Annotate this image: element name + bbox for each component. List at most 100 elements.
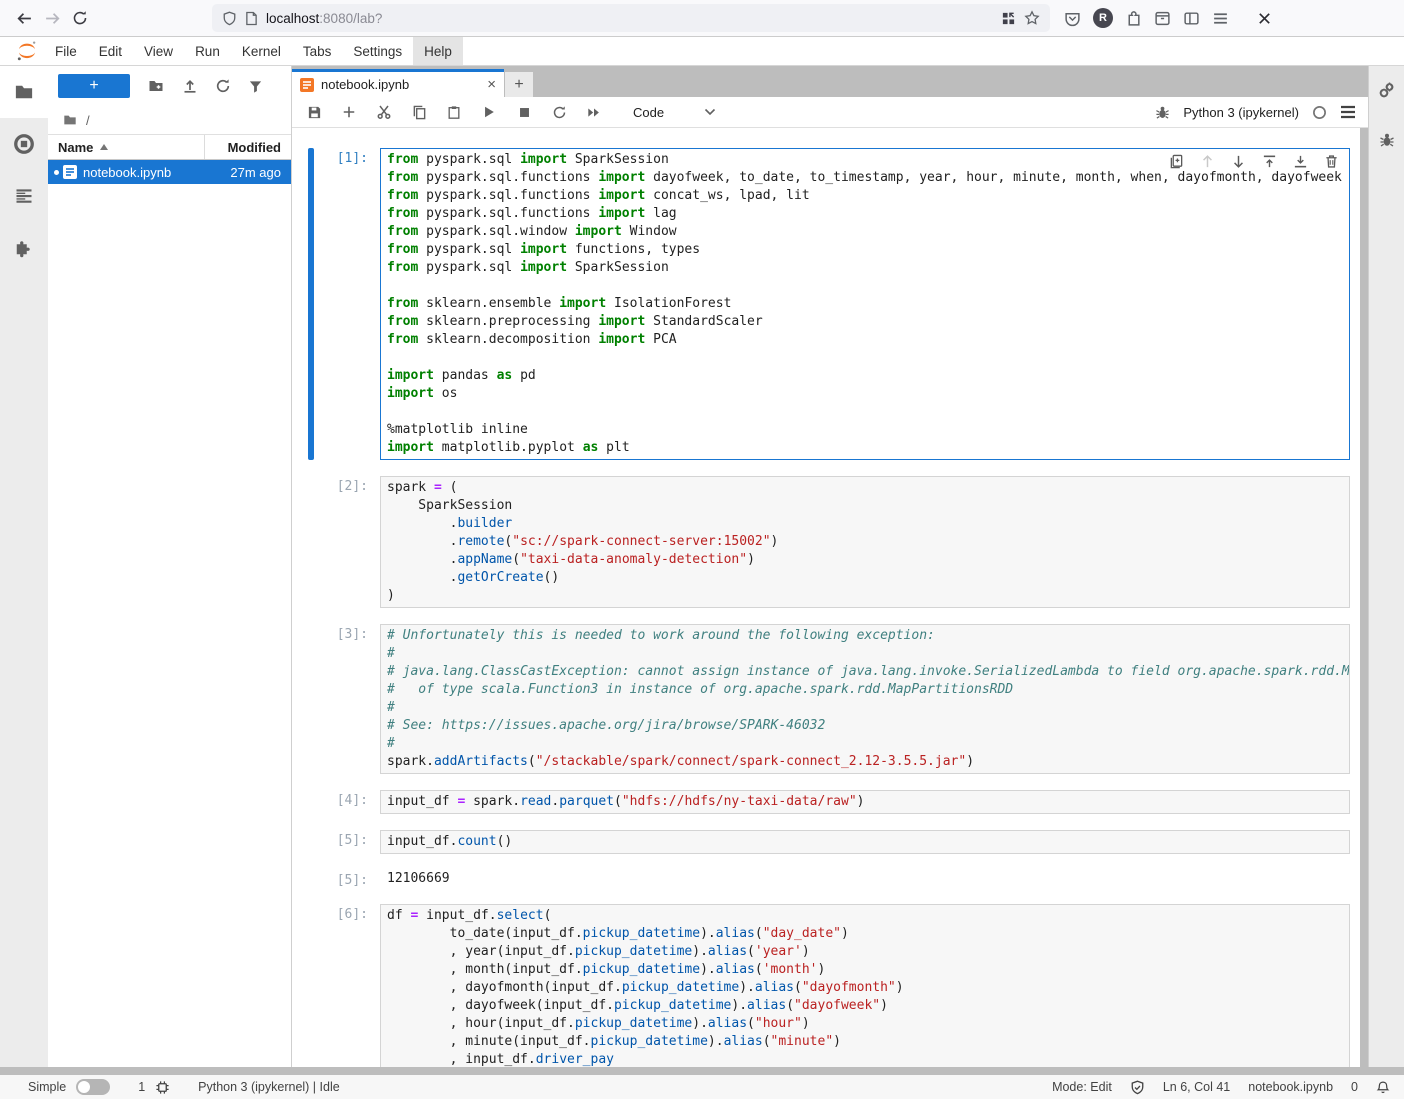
new-folder-icon[interactable]: [147, 78, 165, 94]
tab-bar: notebook.ipynb × +: [292, 66, 1368, 97]
cut-icon[interactable]: [374, 104, 394, 120]
menu-view[interactable]: View: [133, 37, 184, 65]
restart-kernel-icon[interactable]: [549, 105, 569, 120]
menu-tabs[interactable]: Tabs: [292, 37, 343, 65]
menu-hamburger-icon[interactable]: [1212, 10, 1229, 27]
cell-prompt: [2]:: [314, 476, 380, 608]
addon-icon[interactable]: [1125, 10, 1142, 27]
back-button[interactable]: [10, 4, 38, 32]
debugger-sidebar-icon[interactable]: [1379, 132, 1395, 148]
tab-notebook[interactable]: notebook.ipynb ×: [292, 69, 504, 97]
collapse-menu-icon[interactable]: [1340, 105, 1356, 119]
bookmark-star-icon[interactable]: [1024, 10, 1040, 26]
file-browser-panel: + / Name Modified notebook.ip: [48, 66, 292, 1067]
code-cell[interactable]: [1]:from pyspark.sql import SparkSession…: [308, 148, 1350, 460]
profile-avatar[interactable]: R: [1093, 8, 1113, 28]
menu-kernel[interactable]: Kernel: [231, 37, 292, 65]
move-down-cell-icon[interactable]: [1231, 154, 1246, 169]
notebook-content[interactable]: [1]:from pyspark.sql import SparkSession…: [292, 128, 1368, 1067]
code-cell[interactable]: [2]:spark = ( SparkSession .builder .rem…: [308, 476, 1350, 608]
cell-toolbar: [1169, 154, 1339, 169]
archive-icon[interactable]: [1154, 10, 1171, 27]
cursor-position[interactable]: Ln 6, Col 41: [1163, 1080, 1230, 1094]
add-cell-icon[interactable]: [339, 105, 359, 119]
output-area[interactable]: [5]:12106669: [308, 870, 1350, 888]
code-cell[interactable]: [3]:# Unfortunately this is needed to wo…: [308, 624, 1350, 774]
reload-button[interactable]: [66, 4, 94, 32]
upload-icon[interactable]: [182, 78, 198, 94]
grid-icon[interactable]: [1001, 11, 1016, 26]
bell-icon[interactable]: [1376, 1080, 1390, 1095]
sidebar-tab-filebrowser[interactable]: [0, 66, 48, 118]
simple-mode-toggle[interactable]: [76, 1079, 110, 1095]
code-cell[interactable]: [4]:input_df = spark.read.parquet("hdfs:…: [308, 790, 1350, 814]
trust-shield-icon[interactable]: [1130, 1080, 1145, 1095]
property-inspector-icon[interactable]: [1377, 80, 1397, 100]
pocket-icon[interactable]: [1064, 10, 1081, 27]
activity-bar: [0, 66, 48, 1067]
url-text[interactable]: localhost:8080/lab?: [266, 11, 993, 26]
sidebar-tab-toc[interactable]: [0, 170, 48, 222]
file-row[interactable]: notebook.ipynb27m ago: [48, 160, 291, 184]
new-tab-button[interactable]: +: [505, 72, 533, 97]
window-close-icon[interactable]: [1257, 11, 1272, 26]
paste-icon[interactable]: [444, 105, 464, 120]
move-up-cell-icon[interactable]: [1200, 154, 1215, 169]
file-name: notebook.ipynb: [83, 165, 205, 180]
notebook-toolbar: Code Python 3 (ipykernel): [292, 97, 1368, 128]
cell-prompt: [5]:: [314, 830, 380, 854]
new-launcher-button[interactable]: +: [58, 74, 130, 98]
browser-toolbar: localhost:8080/lab? R: [0, 0, 1404, 37]
simple-mode-label: Simple: [28, 1080, 66, 1094]
copy-icon[interactable]: [409, 105, 429, 120]
kernel-status-icon[interactable]: [1312, 105, 1327, 120]
mode-indicator[interactable]: Mode: Edit: [1052, 1080, 1112, 1094]
sidebar-tab-running[interactable]: [0, 118, 48, 170]
cell-prompt: [6]:: [314, 904, 380, 1067]
sidebar-tab-extensions[interactable]: [0, 222, 48, 274]
insert-below-cell-icon[interactable]: [1293, 154, 1308, 169]
cell-editor[interactable]: from pyspark.sql import SparkSessionfrom…: [380, 148, 1350, 460]
cell-editor[interactable]: input_df = spark.read.parquet("hdfs://hd…: [380, 790, 1350, 814]
cell-editor[interactable]: input_df.count(): [380, 830, 1350, 854]
kernel-name[interactable]: Python 3 (ipykernel): [1183, 105, 1299, 120]
cell-type-dropdown[interactable]: Code: [633, 105, 716, 120]
menu-file[interactable]: File: [44, 37, 88, 65]
column-name[interactable]: Name: [48, 135, 205, 159]
url-bar[interactable]: localhost:8080/lab?: [212, 4, 1050, 32]
save-icon[interactable]: [304, 105, 324, 120]
menu-settings[interactable]: Settings: [342, 37, 413, 65]
menu-edit[interactable]: Edit: [88, 37, 133, 65]
delete-cell-icon[interactable]: [1324, 154, 1339, 169]
cell-editor[interactable]: # Unfortunately this is needed to work a…: [380, 624, 1350, 774]
file-modified: 27m ago: [205, 165, 291, 180]
menu-help[interactable]: Help: [413, 37, 463, 65]
kernel-status-text[interactable]: Python 3 (ipykernel) | Idle: [198, 1080, 340, 1094]
notification-count[interactable]: 0: [1351, 1080, 1358, 1094]
filter-icon[interactable]: [248, 79, 263, 94]
kernel-count[interactable]: 1: [138, 1080, 145, 1094]
stop-icon[interactable]: [514, 106, 534, 119]
code-cell[interactable]: [6]:df = input_df.select( to_date(input_…: [308, 904, 1350, 1067]
tab-close-icon[interactable]: ×: [487, 76, 496, 93]
debugger-icon[interactable]: [1155, 105, 1170, 120]
duplicate-cell-icon[interactable]: [1169, 154, 1184, 169]
breadcrumb-root[interactable]: /: [86, 113, 90, 128]
cell-editor[interactable]: df = input_df.select( to_date(input_df.p…: [380, 904, 1350, 1067]
code-cell[interactable]: [5]:input_df.count(): [308, 830, 1350, 854]
column-modified[interactable]: Modified: [205, 140, 291, 155]
restart-run-all-icon[interactable]: [584, 106, 604, 119]
vertical-scrollbar[interactable]: [1360, 128, 1368, 1067]
shield-icon[interactable]: [222, 11, 237, 26]
output-text: 12106669: [380, 870, 450, 888]
statusbar-filename[interactable]: notebook.ipynb: [1248, 1080, 1333, 1094]
menu-run[interactable]: Run: [184, 37, 231, 65]
kernel-chip-icon[interactable]: [155, 1080, 170, 1095]
run-icon[interactable]: [479, 105, 499, 119]
insert-above-cell-icon[interactable]: [1262, 154, 1277, 169]
forward-button[interactable]: [38, 4, 66, 32]
refresh-icon[interactable]: [215, 78, 231, 94]
sidebar-toggle-icon[interactable]: [1183, 10, 1200, 27]
breadcrumb[interactable]: /: [48, 106, 291, 134]
cell-editor[interactable]: spark = ( SparkSession .builder .remote(…: [380, 476, 1350, 608]
